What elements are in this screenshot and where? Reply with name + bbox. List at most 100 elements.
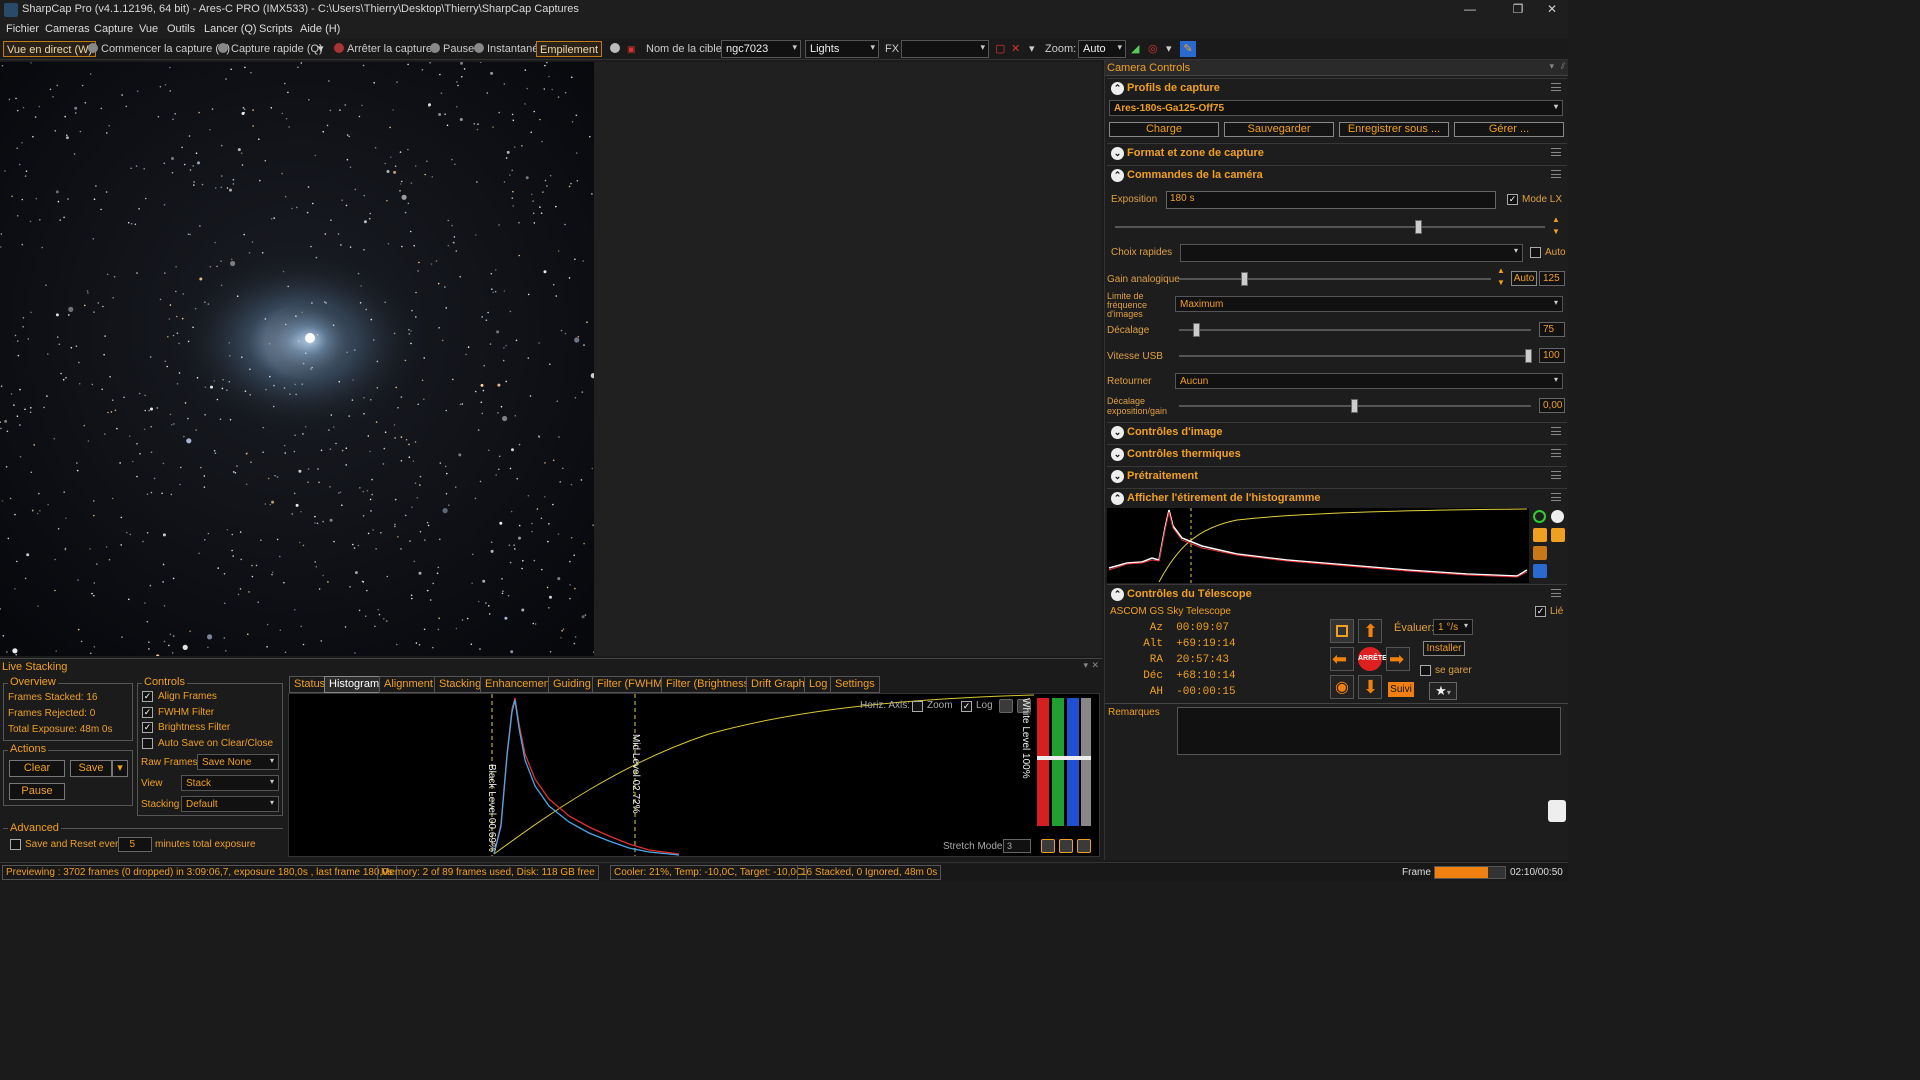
offset-value[interactable]: 75 <box>1539 322 1565 337</box>
menu-icon[interactable] <box>1551 83 1561 91</box>
profile-select[interactable]: Ares-180s-Ga125-Off75 ▾ <box>1109 100 1563 116</box>
south-arrow-icon[interactable]: ⬇ <box>1358 675 1382 699</box>
menu-icon[interactable] <box>1551 589 1561 597</box>
slider-knob[interactable] <box>1193 323 1200 337</box>
clear-button[interactable]: Clear <box>9 760 65 777</box>
power-icon[interactable] <box>1533 510 1546 523</box>
pause-button[interactable]: Pause <box>430 41 474 57</box>
target-name-combo[interactable]: ngc7023 ▾ <box>721 40 801 58</box>
lock-icon[interactable] <box>1551 528 1565 542</box>
contrast-icon[interactable] <box>1551 510 1564 523</box>
record-icon[interactable] <box>610 41 623 57</box>
menu-scripts[interactable]: Scripts <box>259 23 293 35</box>
menu-lancer[interactable]: Lancer (Q) <box>204 23 257 35</box>
load-profile-button[interactable]: Charge <box>1109 122 1219 137</box>
west-arrow-icon[interactable]: ⬅ <box>1330 647 1354 671</box>
tab-filter-brightness[interactable]: Filter (Brightness) <box>661 676 758 693</box>
east-arrow-icon[interactable]: ➡ <box>1386 647 1410 671</box>
start-capture-button[interactable]: Commencer la capture (S) <box>88 41 230 57</box>
usb-speed-slider[interactable] <box>1179 349 1532 363</box>
selection-icon[interactable]: ▢ <box>995 41 1005 57</box>
log-checkbox[interactable]: ✓ <box>961 701 972 712</box>
fwhm-filter-checkbox[interactable]: ✓ <box>142 707 153 718</box>
section-format[interactable]: ⌄ Format et zone de capture <box>1107 143 1567 163</box>
panel-pin-icon[interactable]: ▾ <box>1549 61 1554 72</box>
spin-up-icon[interactable]: ▲ <box>1497 266 1505 275</box>
menu-icon[interactable] <box>1551 427 1561 435</box>
menu-vue[interactable]: Vue <box>139 23 158 35</box>
chevron-up-icon[interactable]: ⌃ <box>1111 82 1124 95</box>
remarks-textarea[interactable] <box>1177 707 1561 755</box>
lx-mode-checkbox[interactable]: ✓ <box>1507 194 1518 205</box>
camera-image-view[interactable] <box>0 62 594 656</box>
star-icon[interactable]: ★▾ <box>1429 682 1457 700</box>
save-reset-minutes-input[interactable]: 5 <box>118 837 152 852</box>
menu-icon[interactable] <box>1551 148 1561 156</box>
tab-histogram[interactable]: Histogram <box>324 676 385 693</box>
blue-level-slider[interactable] <box>1067 698 1079 826</box>
menu-icon[interactable] <box>1551 449 1561 457</box>
menu-icon[interactable] <box>1551 170 1561 178</box>
stop-button[interactable]: ARRÊTE <box>1358 647 1387 671</box>
quick-capture-button[interactable]: Capture rapide (Q) <box>218 41 323 57</box>
exposure-input[interactable]: 180 s <box>1166 191 1496 209</box>
quick-capture-dropdown[interactable]: ▾ <box>318 41 324 57</box>
exp-gain-offset-slider[interactable] <box>1179 399 1531 413</box>
usb-speed-value[interactable]: 100 <box>1539 348 1565 363</box>
reset-icon[interactable] <box>1533 546 1547 560</box>
chevron-down-icon[interactable]: ⌄ <box>1111 470 1124 483</box>
view-select[interactable]: Stack ▾ <box>181 775 279 791</box>
maximize-icon[interactable]: ❐ <box>1510 2 1526 16</box>
rate-select[interactable]: 1 °/s ▾ <box>1433 619 1473 635</box>
overlay-dropdown[interactable]: ▾ <box>1029 41 1035 57</box>
lightning-icon[interactable] <box>999 699 1013 713</box>
raw-frames-select[interactable]: Save None ▾ <box>197 754 279 770</box>
north-arrow-icon[interactable]: ⬆ <box>1358 619 1382 643</box>
live-view-button[interactable]: Vue en direct (W) <box>3 41 97 57</box>
section-preprocessing[interactable]: ⌄ Prétraitement <box>1107 466 1567 486</box>
tab-filter-fwhm[interactable]: Filter (FWHM) <box>592 676 672 693</box>
save-icon[interactable] <box>1533 564 1547 578</box>
save-as-profile-button[interactable]: Enregistrer sous ... <box>1339 122 1449 137</box>
gain-auto-button[interactable]: Auto <box>1511 271 1537 286</box>
panel-pin-icon[interactable]: ▾ <box>1083 660 1088 671</box>
flip-select[interactable]: Aucun ▾ <box>1175 373 1563 389</box>
tab-drift-graph[interactable]: Drift Graph <box>746 676 810 693</box>
minimize-icon[interactable]: — <box>1462 2 1478 16</box>
menu-icon[interactable] <box>1551 471 1561 479</box>
linked-checkbox[interactable]: ✓ <box>1535 606 1546 617</box>
reset-icon[interactable] <box>1077 839 1091 853</box>
chevron-up-icon[interactable]: ⌃ <box>1111 169 1124 182</box>
recenter-icon[interactable] <box>1330 619 1354 643</box>
auto-save-checkbox[interactable] <box>142 738 153 749</box>
lightning-icon[interactable] <box>1533 528 1547 542</box>
section-histogram-stretch[interactable]: ⌃ Afficher l'étirement de l'histogramme <box>1107 488 1567 508</box>
snapshot-button[interactable]: Instantané <box>474 41 538 57</box>
frame-limit-select[interactable]: Maximum ▾ <box>1175 296 1563 312</box>
stacking-select[interactable]: Default ▾ <box>181 796 279 812</box>
section-profiles[interactable]: ⌃ Profils de capture <box>1107 78 1567 98</box>
lightning-icon[interactable] <box>1041 839 1055 853</box>
install-button[interactable]: Installer <box>1423 641 1465 656</box>
menu-fichier[interactable]: Fichier <box>6 23 39 35</box>
chevron-down-icon[interactable]: ⌄ <box>1111 426 1124 439</box>
park-checkbox[interactable] <box>1420 665 1431 676</box>
section-telescope[interactable]: ⌃ Contrôles du Télescope <box>1107 584 1567 604</box>
align-frames-checkbox[interactable]: ✓ <box>142 691 153 702</box>
spin-down-icon[interactable]: ▼ <box>1497 278 1505 287</box>
stretch-mode-input[interactable]: 3 <box>1003 839 1031 853</box>
fx-combo[interactable]: ▾ <box>901 40 989 58</box>
menu-icon[interactable] <box>1551 493 1561 501</box>
target-center-icon[interactable]: ◉ <box>1330 675 1354 699</box>
stop-capture-button[interactable]: Arrêter la capture <box>334 41 432 57</box>
menu-aide[interactable]: Aide (H) <box>300 23 340 35</box>
panel-close-icon[interactable]: ✕ <box>1091 660 1099 671</box>
brightness-filter-checkbox[interactable]: ✓ <box>142 722 153 733</box>
gain-value[interactable]: 125 <box>1539 271 1565 286</box>
section-image-controls[interactable]: ⌄ Contrôles d'image <box>1107 422 1567 442</box>
track-button[interactable]: Suivi <box>1388 682 1414 697</box>
tab-enhancement[interactable]: Enhancement <box>480 676 558 693</box>
manage-profiles-button[interactable]: Gérer ... <box>1454 122 1564 137</box>
section-thermal[interactable]: ⌄ Contrôles thermiques <box>1107 444 1567 464</box>
menu-capture[interactable]: Capture <box>94 23 133 35</box>
